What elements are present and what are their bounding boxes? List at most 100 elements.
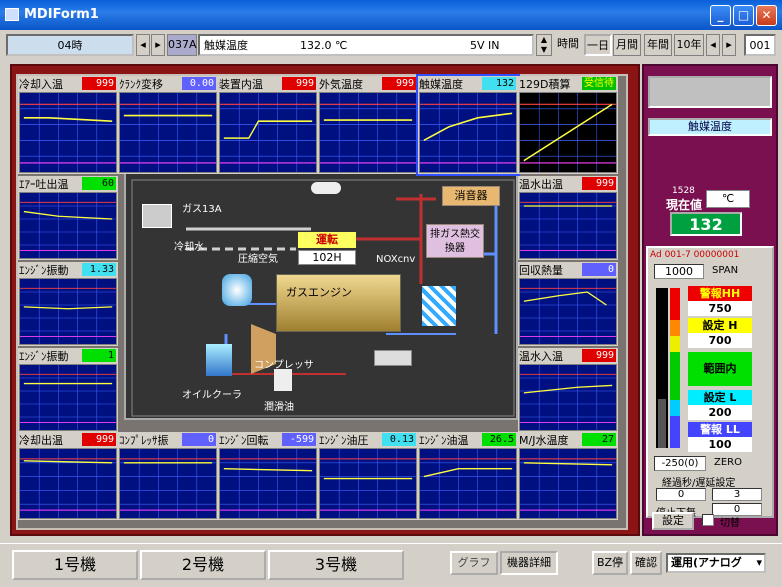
trend-panel[interactable]: 回収熱量 0 xyxy=(518,262,618,346)
trend-chart xyxy=(19,278,117,345)
maximize-button[interactable]: □ xyxy=(733,5,754,26)
trend-panel-header: 温水出温 999 xyxy=(518,176,618,191)
trend-chart xyxy=(319,92,417,173)
switch-checkbox[interactable] xyxy=(702,514,714,526)
span-value[interactable]: 1000 xyxy=(654,264,704,279)
trend-svg xyxy=(20,279,116,344)
time-prev-button[interactable]: ◂ xyxy=(136,34,150,56)
title-bar: MDIForm1 _ □ ✕ xyxy=(0,0,782,30)
trend-panel[interactable]: 装置内温 999 xyxy=(218,76,318,174)
year-button[interactable]: 年間 xyxy=(644,34,672,56)
trend-panel[interactable]: 温水入温 999 xyxy=(518,348,618,432)
alarm-ll-value[interactable]: 100 xyxy=(688,437,752,452)
period-prev-button[interactable]: ◂ xyxy=(706,34,720,56)
day-button[interactable]: 一日 xyxy=(584,34,612,56)
heat-exchanger-coil xyxy=(422,286,456,326)
trend-value: 60 xyxy=(82,177,116,190)
buzzer-stop-button[interactable]: BZ停 xyxy=(592,551,628,575)
air-tank xyxy=(222,274,252,306)
month-button[interactable]: 月間 xyxy=(613,34,641,56)
trend-chart xyxy=(119,448,217,519)
minimize-button[interactable]: _ xyxy=(710,5,731,26)
setpoint-panel: Ad 001-7 00000001 1000 SPAN 警報HH 750 設定 … xyxy=(646,246,774,519)
set-button[interactable]: 設定 xyxy=(652,512,694,530)
trend-chart xyxy=(519,448,617,519)
trend-value: 132 xyxy=(482,77,516,90)
trend-value: 999 xyxy=(582,349,616,362)
unit1-button[interactable]: 1号機 xyxy=(12,550,138,580)
delay-seconds[interactable]: 3 xyxy=(712,488,762,501)
trend-panel[interactable]: ｴﾝｼﾞﾝ油温 26.5 xyxy=(418,432,518,520)
trend-label: 温水出温 xyxy=(519,178,563,191)
unit-box: ℃ xyxy=(706,190,750,208)
current-value: 132 xyxy=(670,212,742,236)
trend-label: 外気温度 xyxy=(319,78,363,91)
trend-panel[interactable]: ｴｱｰ吐出温 60 xyxy=(18,176,118,260)
setpoint-l-value[interactable]: 200 xyxy=(688,405,752,420)
zero-value[interactable]: -250(0) xyxy=(654,456,706,471)
point-info-field: 触媒温度 132.0 ℃ 5V IN xyxy=(198,34,534,56)
trend-label: 温水入温 xyxy=(519,350,563,363)
page-number: 001 xyxy=(744,34,776,56)
trend-panel[interactable]: 冷却出温 999 xyxy=(18,432,118,520)
trend-svg xyxy=(420,449,516,518)
trend-svg xyxy=(520,365,616,430)
level-bar-track xyxy=(656,288,668,448)
mode-label: 時間 xyxy=(554,34,582,56)
trend-panel-header: 冷却出温 999 xyxy=(18,432,118,447)
mode-select[interactable]: 運用(アナログ ▾ xyxy=(666,553,766,573)
plant-diagram: 消音器 排ガス熱交換器 運転 102H ガス13A 冷却水 圧縮空気 ガスエンジ… xyxy=(124,172,518,420)
unit2-button[interactable]: 2号機 xyxy=(140,550,266,580)
confirm-button[interactable]: 確認 xyxy=(630,551,662,575)
elapsed-seconds[interactable]: 0 xyxy=(656,488,706,501)
period-next-button[interactable]: ▸ xyxy=(722,34,736,56)
trend-chart xyxy=(319,448,417,519)
cooling-tower xyxy=(142,204,172,228)
trend-label: ｴﾝｼﾞﾝ振動 xyxy=(19,350,69,363)
trend-panel[interactable]: 冷却入温 999 xyxy=(18,76,118,174)
trend-panel[interactable]: ｴﾝｼﾞﾝ回転 -599 xyxy=(218,432,318,520)
close-button[interactable]: ✕ xyxy=(756,5,777,26)
graph-button[interactable]: グラフ xyxy=(450,551,498,575)
trend-panel-header: ｴﾝｼﾞﾝ振動 1 xyxy=(18,348,118,363)
time-next-button[interactable]: ▸ xyxy=(151,34,165,56)
trend-label: 回収熱量 xyxy=(519,264,563,277)
trend-panel[interactable]: 外気温度 999 xyxy=(318,76,418,174)
trend-svg xyxy=(120,93,216,172)
trend-panel-header: ｴﾝｼﾞﾝ油圧 0.13 xyxy=(318,432,418,447)
trend-label: ｴﾝｼﾞﾝ回転 xyxy=(219,434,269,447)
device-detail-button[interactable]: 機器詳細 xyxy=(500,551,558,575)
trend-panel[interactable]: ｴﾝｼﾞﾝ振動 1 xyxy=(18,348,118,432)
address: Ad 001-7 00000001 xyxy=(650,250,740,260)
app-icon xyxy=(5,8,19,21)
unit3-button[interactable]: 3号機 xyxy=(268,550,404,580)
trend-value: 999 xyxy=(282,77,316,90)
trend-panel[interactable]: 触媒温度 132 xyxy=(416,74,520,176)
gauges xyxy=(374,350,412,366)
trend-panel-header: 129D積算 受信待 xyxy=(518,76,618,91)
alarm-hh-value[interactable]: 750 xyxy=(688,301,752,316)
monitor-inner: 消音器 排ガス熱交換器 運転 102H ガス13A 冷却水 圧縮空気 ガスエンジ… xyxy=(16,74,628,530)
trend-label: 冷却入温 xyxy=(19,78,63,91)
compressed-air-label: 圧縮空気 xyxy=(238,254,278,265)
trend-panel[interactable]: 129D積算 受信待 xyxy=(518,76,618,174)
monitor-area: 消音器 排ガス熱交換器 運転 102H ガス13A 冷却水 圧縮空気 ガスエンジ… xyxy=(10,64,640,536)
trend-panel[interactable]: ｸﾗﾝｸ変移 0.00 xyxy=(118,76,218,174)
trend-panel[interactable]: ｴﾝｼﾞﾝ振動 1.33 xyxy=(18,262,118,346)
nox-label: NOXcnv xyxy=(376,254,416,265)
ten-year-button[interactable]: 10年 xyxy=(674,34,704,56)
alarm-ll-label: 警報 LL xyxy=(688,422,752,437)
time-field[interactable]: 04時 xyxy=(6,34,134,56)
trend-panel[interactable]: 温水出温 999 xyxy=(518,176,618,260)
toolbar: 04時 ◂ ▸ 037A 触媒温度 132.0 ℃ 5V IN ▲ ▼ 時間 一日… xyxy=(4,33,778,59)
trend-panel[interactable]: M/J水温度 27 xyxy=(518,432,618,520)
setpoint-h-value[interactable]: 700 xyxy=(688,333,752,348)
point-spin[interactable]: ▲ ▼ xyxy=(536,34,552,56)
trend-value: 0.13 xyxy=(382,433,416,446)
trend-svg xyxy=(120,449,216,518)
trend-panel[interactable]: ｴﾝｼﾞﾝ油圧 0.13 xyxy=(318,432,418,520)
trend-panel-header: 冷却入温 999 xyxy=(18,76,118,91)
trend-chart xyxy=(219,92,317,173)
trend-panel[interactable]: ｺﾝﾌﾟﾚｯｻ振 0 xyxy=(118,432,218,520)
trend-value: 1.33 xyxy=(82,263,116,276)
